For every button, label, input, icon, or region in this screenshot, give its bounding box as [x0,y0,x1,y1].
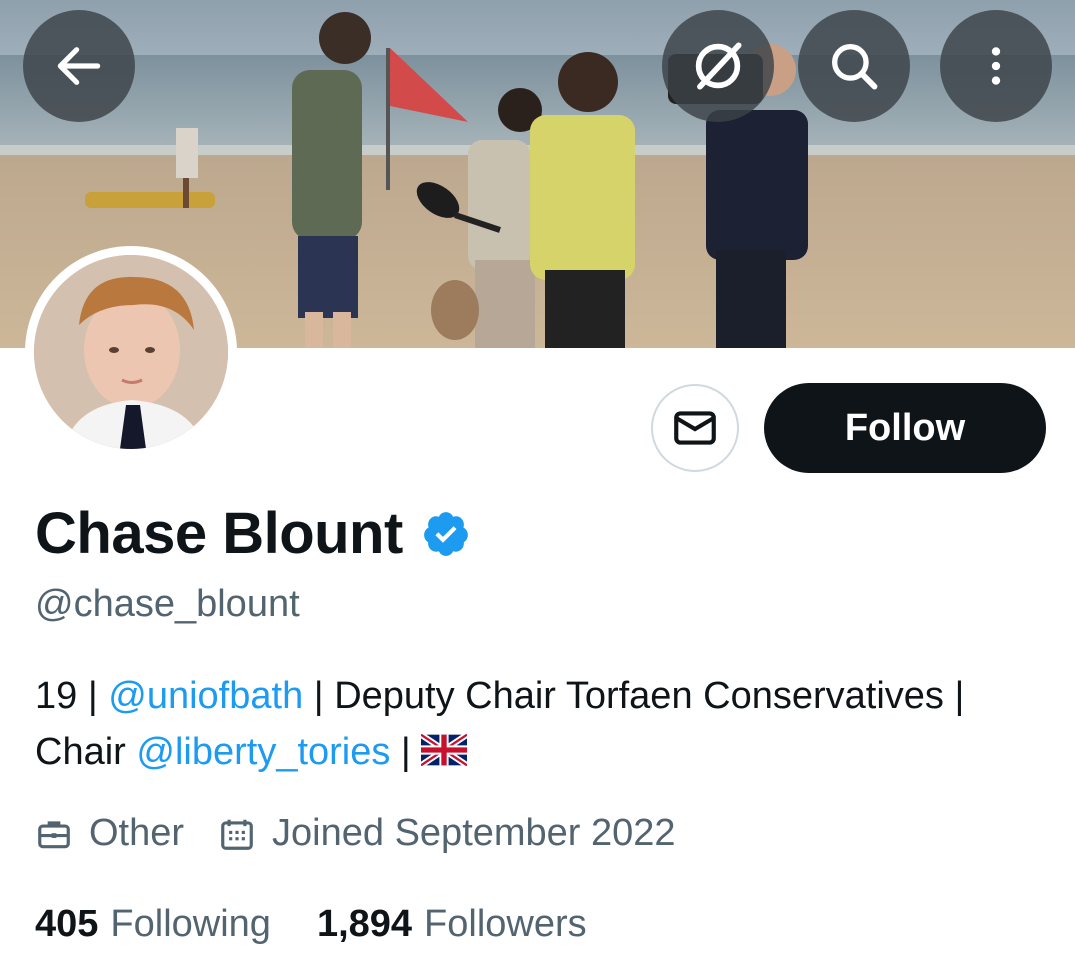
follow-button[interactable]: Follow [764,383,1046,473]
verified-badge-icon[interactable] [421,509,471,559]
category-item: Other [35,812,184,855]
arrow-left-icon [57,47,101,85]
message-button[interactable] [651,384,739,472]
joined-date-label: Joined September 2022 [272,812,676,854]
display-name: Chase Blount [35,501,403,566]
following-count: 405 [35,903,99,945]
followers-label: Followers [424,903,587,945]
followers-link[interactable]: 1,894 Followers [317,903,587,946]
following-link[interactable]: 405 Following [35,903,271,946]
search-button[interactable] [798,10,910,122]
mention-link-liberty-tories[interactable]: @liberty_tories [136,731,390,773]
avatar-image [34,255,228,449]
bio-text: | [390,731,422,773]
more-vertical-icon [991,47,1001,85]
joined-date-item: Joined September 2022 [218,812,676,855]
profile-avatar[interactable] [25,246,237,458]
profile-bio: 19 | @uniofbath | Deputy Chair Torfaen C… [35,668,1035,780]
display-name-row: Chase Blount [35,500,471,567]
uk-flag-icon [421,734,468,766]
envelope-icon [674,411,716,445]
mention-link-uniofbath[interactable]: @uniofbath [108,675,303,717]
user-handle: @chase_blount [35,583,300,625]
calendar-icon [221,819,253,850]
slashed-circle-icon [695,42,742,90]
follow-topic-button[interactable] [662,10,774,122]
following-label: Following [110,903,271,945]
category-label: Other [89,812,185,854]
briefcase-icon [38,820,70,848]
more-options-button[interactable] [940,10,1052,122]
search-icon [832,44,878,90]
follow-stats: 405 Following 1,894 Followers [35,903,587,946]
back-button[interactable] [23,10,135,122]
followers-count: 1,894 [316,903,413,945]
profile-meta: Other Joined September 2022 [35,812,676,855]
bio-text: 19 | [35,675,109,717]
